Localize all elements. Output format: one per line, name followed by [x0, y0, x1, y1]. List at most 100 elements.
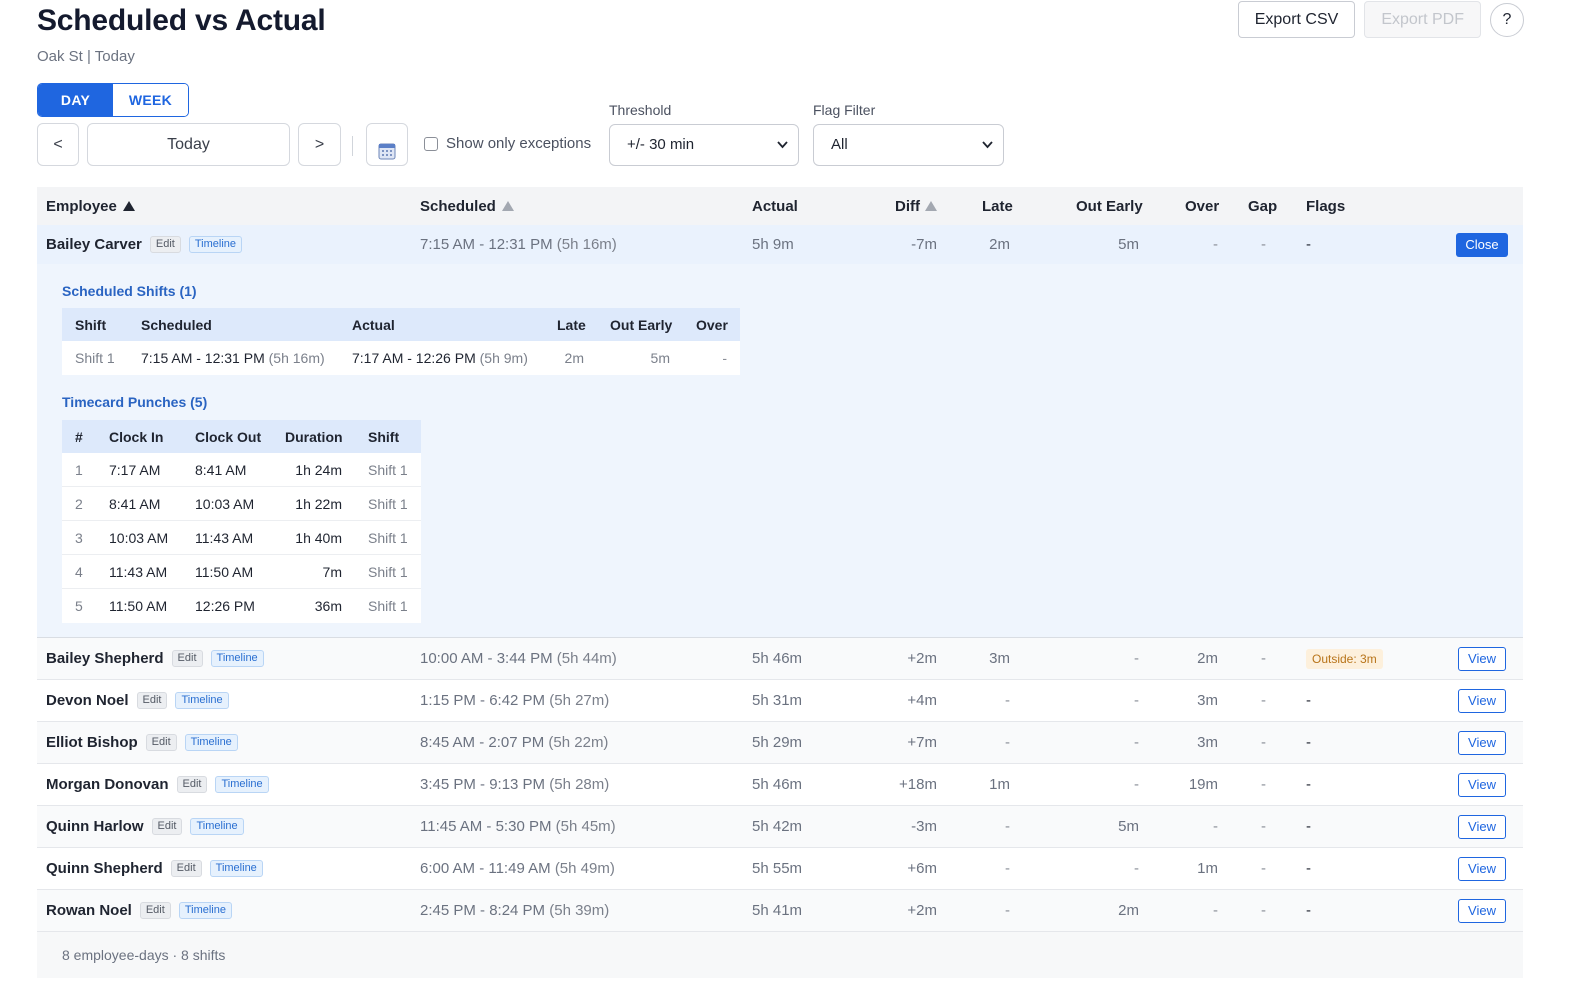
timeline-button[interactable]: Timeline — [209, 860, 263, 877]
timeline-button[interactable]: Timeline — [188, 236, 243, 253]
next-day-button[interactable]: > — [298, 123, 341, 166]
view-button[interactable]: View — [1458, 730, 1506, 755]
edit-button[interactable]: Edit — [176, 776, 208, 793]
punch-clock-out: 11:43 AM — [195, 529, 254, 546]
gap-value: - — [1261, 650, 1266, 667]
week-view-button[interactable]: WEEK — [113, 84, 188, 116]
table-row[interactable]: Morgan Donovan Edit Timeline 3:45 PM - 9:13… — [37, 764, 1523, 806]
threshold-select[interactable]: +/- 30 min — [609, 124, 799, 166]
flag-filter-select[interactable]: All — [813, 124, 1004, 166]
diff-value: -7m — [911, 236, 937, 253]
out-early-value: - — [1134, 776, 1139, 793]
view-button[interactable]: View — [1458, 688, 1506, 713]
table-row[interactable]: Quinn Shepherd Edit Timeline 6:00 AM - 11:4… — [37, 848, 1523, 890]
edit-button[interactable]: Edit — [151, 818, 183, 835]
prev-day-button[interactable]: < — [37, 123, 79, 166]
punch-duration: 1h 22m — [295, 495, 342, 512]
table-footer: 8 employee-days · 8 shifts — [37, 932, 1523, 978]
edit-button[interactable]: Edit — [149, 236, 181, 253]
day-view-button[interactable]: DAY — [38, 84, 113, 116]
col-gap[interactable]: Gap — [1248, 187, 1277, 225]
col-employee[interactable]: Employee — [46, 187, 136, 225]
col-late[interactable]: Late — [982, 187, 1013, 225]
actual-duration: 5h 41m — [752, 902, 803, 919]
header-actions: Export CSV Export PDF ? — [1237, 1, 1524, 38]
late-value: - — [1005, 860, 1010, 877]
punch-row: 3 10:03 AM 11:43 AM 1h 40m Shift 1 — [62, 521, 421, 555]
edit-button[interactable]: Edit — [136, 692, 168, 709]
actual-duration: 5h 29m — [752, 734, 803, 751]
export-pdf-button[interactable]: Export PDF — [1364, 1, 1481, 38]
timeline-button[interactable]: Timeline — [178, 902, 232, 919]
timeline-button[interactable]: Timeline — [210, 650, 264, 667]
col-scheduled[interactable]: Scheduled — [420, 187, 515, 225]
date-display[interactable]: Today — [87, 123, 290, 166]
diff-value: +2m — [907, 650, 937, 667]
actual-duration: 5h 46m — [752, 650, 803, 667]
col-out-early[interactable]: Out Early — [1076, 187, 1143, 225]
row-detail-panel: Scheduled Shifts (1) Shift Scheduled Act… — [37, 264, 1523, 638]
punch-duration: 1h 24m — [295, 461, 342, 478]
col-actual[interactable]: Actual — [752, 187, 798, 225]
employee-name: Elliot Bishop — [46, 734, 138, 751]
out-early-value: - — [1134, 692, 1139, 709]
gap-value: - — [1261, 734, 1266, 751]
table-row[interactable]: Bailey Shepherd Edit Timeline 10:00 AM - 3:… — [37, 638, 1523, 680]
scheduled-duration: (5h 16m) — [556, 236, 617, 253]
out-early-value: 5m — [1118, 818, 1139, 835]
edit-button[interactable]: Edit — [145, 734, 177, 751]
timecard-punches-title: Timecard Punches (5) — [62, 394, 208, 410]
col-diff[interactable]: Diff — [895, 187, 938, 225]
table-row[interactable]: Bailey Carver Edit Timeline 7:15 AM - 12… — [37, 225, 1523, 264]
employee-name: Morgan Donovan — [46, 776, 169, 793]
table-row[interactable]: Elliot Bishop Edit Timeline 8:45 AM - 2:07 … — [37, 722, 1523, 764]
timeline-button[interactable]: Timeline — [175, 692, 229, 709]
col-over[interactable]: Over — [1185, 187, 1219, 225]
gap-value: - — [1261, 236, 1266, 253]
exceptions-filter[interactable]: Show only exceptions — [424, 135, 591, 152]
scheduled-time: 7:15 AM - 12:31 PM — [420, 236, 553, 253]
edit-button[interactable]: Edit — [171, 650, 203, 667]
timeline-button[interactable]: Timeline — [184, 734, 238, 751]
actual-duration: 5h 42m — [752, 818, 803, 835]
timeline-button[interactable]: Timeline — [190, 818, 244, 835]
edit-button[interactable]: Edit — [170, 860, 202, 877]
view-button[interactable]: View — [1458, 646, 1506, 671]
actual-duration: 5h 9m — [752, 236, 794, 253]
punch-clock-in: 10:03 AM — [109, 529, 169, 546]
flags-value: - — [1306, 692, 1311, 709]
exceptions-checkbox[interactable] — [424, 136, 438, 151]
view-button[interactable]: View — [1458, 898, 1506, 923]
table-row[interactable]: Quinn Harlow Edit Timeline 11:45 AM - 5:30 … — [37, 806, 1523, 848]
over-value: 3m — [1197, 734, 1218, 751]
over-value: 19m — [1188, 776, 1218, 793]
out-early-value: 2m — [1118, 902, 1139, 919]
punch-clock-in: 8:41 AM — [109, 495, 161, 512]
late-value: - — [1005, 902, 1010, 919]
threshold-value: +/- 30 min — [627, 136, 695, 153]
timeline-button[interactable]: Timeline — [215, 776, 269, 793]
flags-value: - — [1306, 776, 1311, 793]
over-value: 3m — [1197, 692, 1218, 709]
calendar-button[interactable] — [366, 123, 408, 166]
gap-value: - — [1261, 860, 1266, 877]
scheduled-duration: (5h 49m) — [554, 860, 615, 877]
table-row[interactable]: Rowan Noel Edit Timeline 2:45 PM - 8:24 PM … — [37, 890, 1523, 932]
close-button[interactable]: Close — [1456, 232, 1508, 257]
flags-value: - — [1306, 236, 1311, 253]
view-button[interactable]: View — [1458, 814, 1506, 839]
punch-clock-out: 12:26 PM — [195, 598, 255, 614]
edit-button[interactable]: Edit — [139, 902, 171, 919]
punch-duration: 7m — [322, 563, 342, 580]
help-button[interactable]: ? — [1490, 2, 1524, 37]
flag-filter-value: All — [831, 136, 848, 153]
col-flags[interactable]: Flags — [1306, 187, 1345, 225]
export-csv-button[interactable]: Export CSV — [1237, 1, 1356, 38]
view-button[interactable]: View — [1458, 772, 1506, 797]
table-row[interactable]: Devon Noel Edit Timeline 1:15 PM - 6:42 PM … — [37, 680, 1523, 722]
punch-number: 3 — [75, 529, 83, 546]
punch-shift: Shift 1 — [368, 598, 408, 614]
employee-name: Rowan Noel — [46, 902, 132, 919]
view-button[interactable]: View — [1458, 856, 1506, 881]
punch-clock-in: 11:43 AM — [109, 563, 168, 580]
